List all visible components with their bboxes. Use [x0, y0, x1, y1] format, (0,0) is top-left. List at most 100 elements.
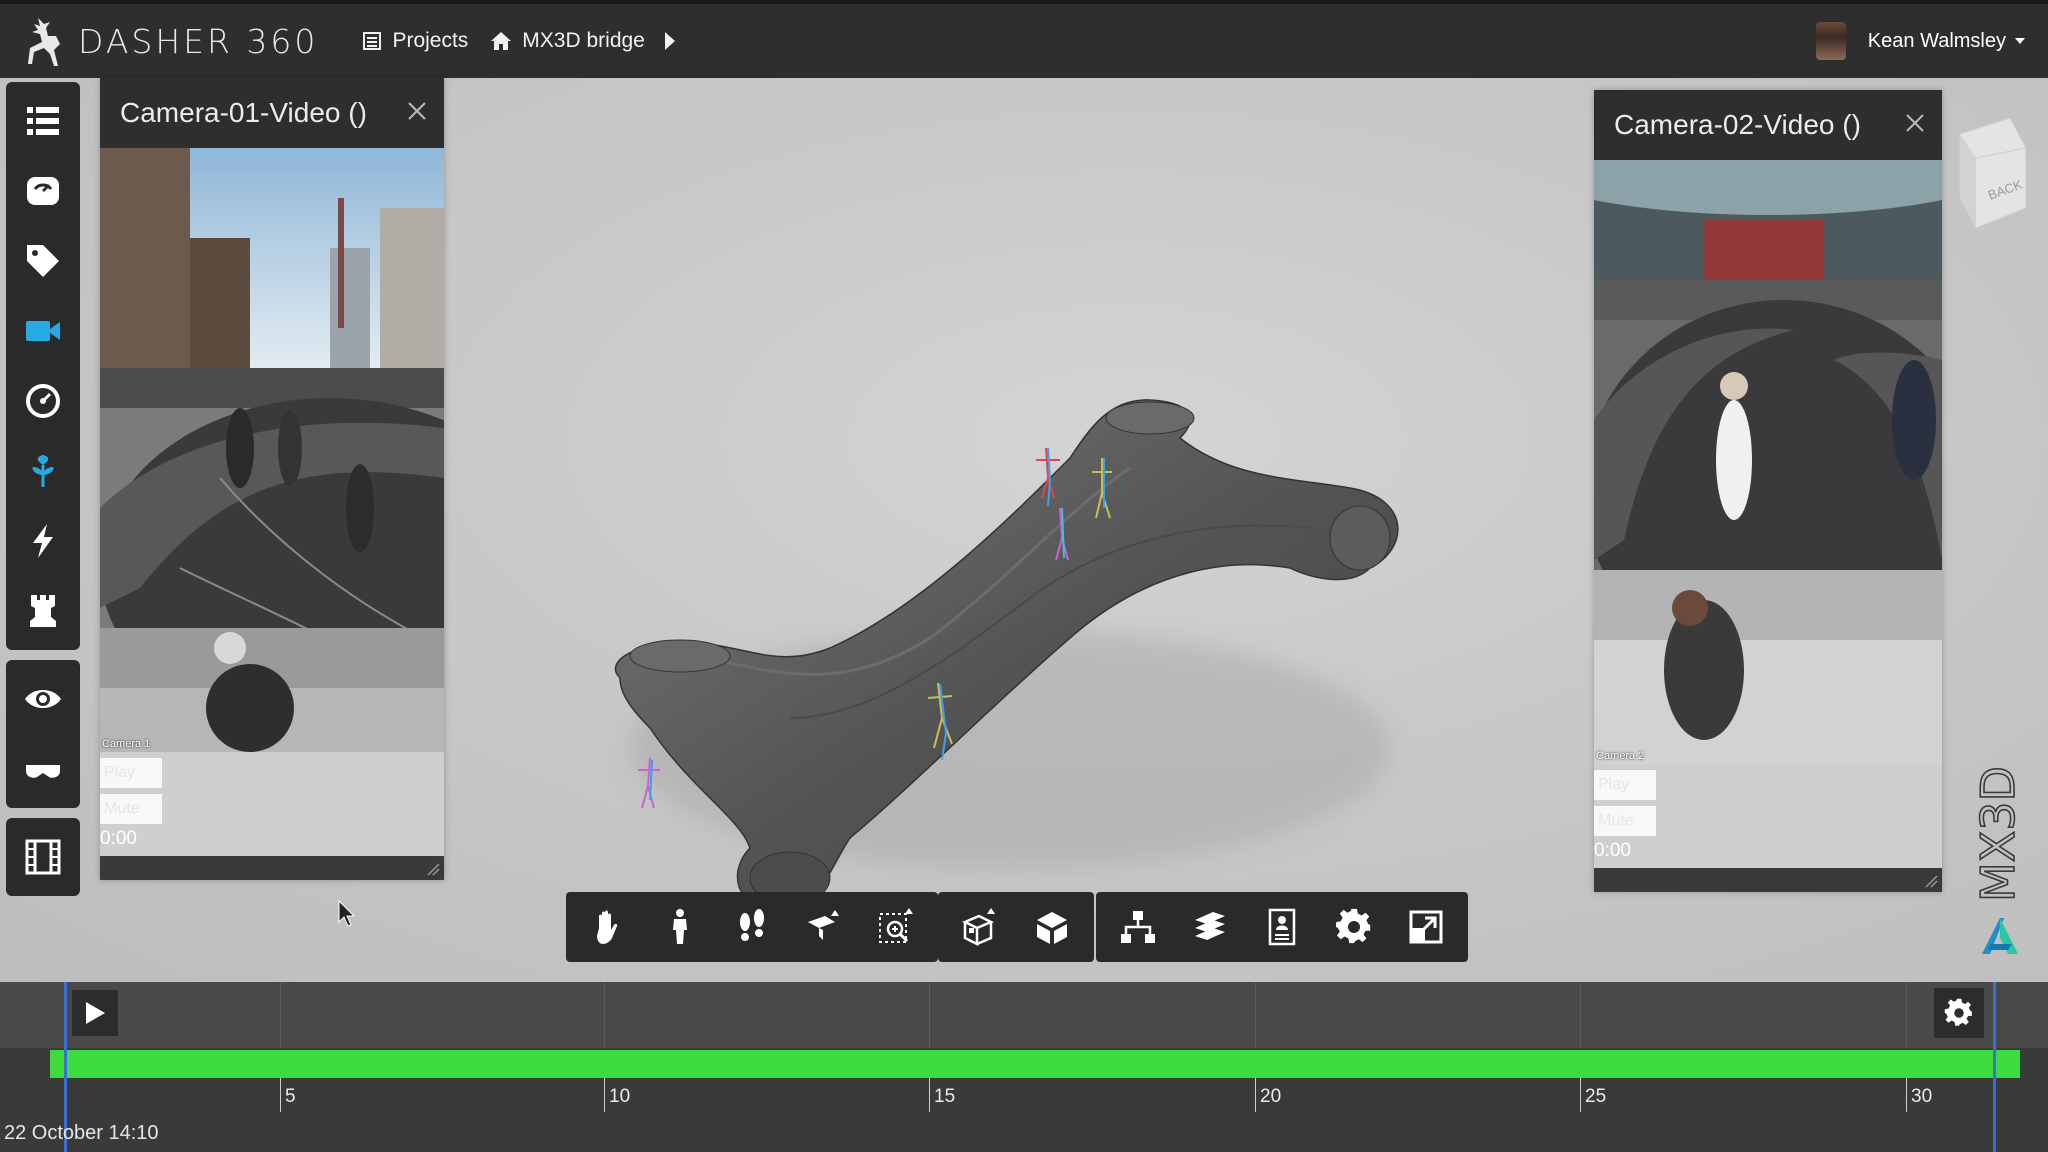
resize-handle-icon[interactable] [1924, 874, 1938, 888]
tag-icon [27, 245, 59, 277]
timeline[interactable]: 5 10 15 20 25 30 22 October 14:10 [0, 982, 2048, 1152]
mx3d-watermark-text: MX3D [1971, 766, 2025, 902]
tool-film[interactable] [6, 822, 80, 892]
tool-tags[interactable] [6, 226, 80, 296]
list-icon [363, 32, 382, 50]
video-camera-icon [26, 321, 60, 341]
breadcrumb-label: MX3D bridge [522, 29, 645, 52]
app-name: DASHER 360 [78, 21, 319, 61]
tool-sensors[interactable] [6, 156, 80, 226]
left-toolbar [6, 82, 80, 906]
breadcrumb-mx3d-bridge[interactable]: MX3D bridge [490, 29, 645, 53]
autodesk-logo [1978, 914, 2022, 958]
timeline-data-bar[interactable] [50, 1050, 2020, 1078]
brand[interactable]: DASHER 360 [20, 14, 318, 68]
video-frame[interactable]: Camera 1 [100, 148, 444, 752]
toolbar-group-media [6, 818, 80, 896]
settings-toolbar [1096, 892, 1468, 962]
video-frame[interactable]: Camera 2 [1594, 160, 1942, 764]
settings-button[interactable] [1318, 892, 1390, 962]
gear-icon [1944, 998, 1972, 1026]
timeline-tick [604, 1078, 605, 1112]
footprints-icon [740, 909, 764, 941]
zoom-window-button[interactable] [860, 892, 932, 962]
timeline-gridline [1906, 982, 1907, 1048]
sensor-icon [27, 177, 59, 205]
mute-button[interactable]: Mute [1594, 806, 1656, 836]
tool-video[interactable] [6, 296, 80, 366]
avatar [1815, 22, 1846, 60]
chevron-down-icon [2015, 38, 2025, 44]
video-panel-footer [100, 856, 444, 880]
tool-environment[interactable] [6, 436, 80, 506]
video-panel-title: Camera-02-Video () [1614, 109, 1861, 140]
glasses-icon [26, 765, 60, 778]
play-button[interactable]: Play [1594, 770, 1656, 800]
video-panel-header[interactable]: Camera-02-Video () [1594, 90, 1942, 160]
timeline-end-marker[interactable] [1993, 982, 1996, 1152]
bridge-model[interactable] [590, 388, 1420, 928]
timeline-tick-label: 25 [1585, 1086, 1607, 1107]
model-browser-button[interactable] [1102, 892, 1174, 962]
tool-list[interactable] [6, 86, 80, 156]
explode-button[interactable] [944, 892, 1016, 962]
tool-gauges[interactable] [6, 366, 80, 436]
settings-gear-icon [1336, 908, 1371, 944]
timeline-gridline [280, 982, 281, 1048]
timeline-tick-label: 20 [1260, 1086, 1282, 1107]
breadcrumb-projects[interactable]: Projects [362, 29, 468, 53]
video-panel-footer [1594, 868, 1942, 892]
resize-handle-icon[interactable] [426, 862, 440, 876]
first-person-button[interactable] [716, 892, 788, 962]
section-button[interactable] [1016, 892, 1088, 962]
chess-rook-icon [30, 595, 56, 627]
close-icon[interactable] [406, 100, 428, 122]
video-panel-camera-02[interactable]: Camera-02-Video () Camera 2 Play Mute 0:… [1594, 90, 1942, 892]
tool-visibility[interactable] [6, 664, 80, 734]
deer-logo-icon [28, 18, 60, 66]
timeline-tick-label: 15 [934, 1086, 956, 1107]
model-toolbar [938, 892, 1094, 962]
close-icon[interactable] [1904, 112, 1926, 134]
timeline-play-button[interactable] [72, 990, 118, 1036]
play-icon [86, 1002, 105, 1024]
timeline-gridline [929, 982, 930, 1048]
toolbar-group-view [6, 660, 80, 808]
pan-button[interactable] [572, 892, 644, 962]
walk-person-icon [673, 909, 687, 944]
timeline-track-area[interactable] [0, 982, 2048, 1048]
video-panel-header[interactable]: Camera-01-Video () [100, 78, 444, 148]
breadcrumb-label: Projects [392, 29, 469, 52]
camera-views-button[interactable] [788, 892, 860, 962]
lightning-icon [33, 524, 53, 558]
view-cube[interactable]: BACK [1940, 117, 2027, 238]
gauge-icon [26, 384, 60, 418]
navigation-toolbar [566, 892, 938, 962]
camera-views-icon [808, 910, 839, 940]
user-menu[interactable]: Kean Walmsley [1815, 4, 2026, 78]
layers-icon [1195, 912, 1225, 940]
layers-button[interactable] [1174, 892, 1246, 962]
timeline-gridline [1255, 982, 1256, 1048]
tool-vr[interactable] [6, 734, 80, 804]
timeline-tick [1255, 1078, 1256, 1112]
plant-icon [32, 455, 54, 487]
walk-button[interactable] [644, 892, 716, 962]
video-panel-camera-01[interactable]: Camera-01-Video () Camera 1 Play Mute 0:… [100, 78, 444, 880]
play-button[interactable]: Play [100, 758, 162, 788]
breadcrumb-expand-arrow-icon[interactable] [663, 31, 677, 51]
properties-button[interactable] [1246, 892, 1318, 962]
tool-energy[interactable] [6, 506, 80, 576]
video-panel-title: Camera-01-Video () [120, 97, 367, 128]
timeline-tick-label: 30 [1911, 1086, 1933, 1107]
video-frame-image [1594, 160, 1942, 764]
timeline-tick [1906, 1078, 1907, 1112]
video-time: 0:00 [1594, 840, 1631, 861]
mute-button[interactable]: Mute [100, 794, 162, 824]
timeline-date: 22 October 14:10 [4, 1122, 159, 1144]
mouse-cursor-icon [338, 900, 356, 927]
timeline-settings-button[interactable] [1934, 988, 1984, 1038]
fullscreen-button[interactable] [1390, 892, 1462, 962]
video-time: 0:00 [100, 828, 137, 849]
tool-structure[interactable] [6, 576, 80, 646]
